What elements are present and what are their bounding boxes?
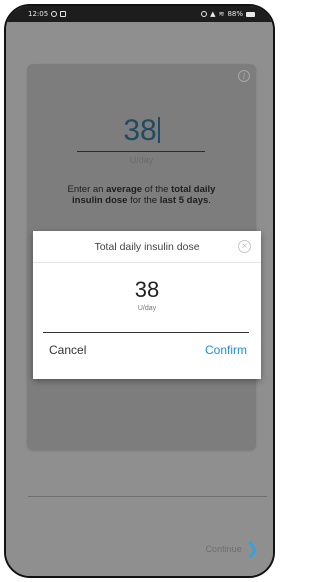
notification-icon <box>51 11 58 17</box>
info-icon[interactable]: i <box>238 70 250 82</box>
dialog-title: Total daily insulin dose <box>94 240 200 253</box>
continue-button[interactable]: Continue ❯ <box>205 539 259 558</box>
continue-label: Continue <box>205 544 242 554</box>
dialog-actions: Cancel Confirm <box>33 343 261 357</box>
footer-divider <box>28 496 267 497</box>
message-icon <box>60 11 67 17</box>
dialog-divider <box>43 332 249 333</box>
battery-text: 88% <box>227 10 243 18</box>
phone-frame: 12:05 ▲ ≋ 88% i 38 U/day Enter an averag… <box>4 4 275 578</box>
signal-icon: ▲ <box>210 10 216 18</box>
dialog-dose-value[interactable]: 38 <box>33 277 261 303</box>
close-icon[interactable]: × <box>238 240 251 253</box>
dose-value-text: 38 <box>123 114 157 147</box>
status-time: 12:05 <box>28 10 49 18</box>
dose-input-underline <box>77 151 205 152</box>
location-icon <box>201 11 208 17</box>
dialog-header: Total daily insulin dose × <box>33 231 261 263</box>
text-cursor <box>157 117 160 143</box>
cancel-button[interactable]: Cancel <box>49 343 86 357</box>
instruction-text: Enter an average of the total daily insu… <box>67 184 216 206</box>
wifi-icon: ≋ <box>218 10 225 18</box>
battery-icon <box>246 11 255 17</box>
dialog-dose-unit: U/day <box>137 305 157 312</box>
confirm-button[interactable]: Confirm <box>205 343 247 357</box>
chevron-right-icon: ❯ <box>245 539 259 558</box>
dose-input[interactable]: 38 <box>27 114 256 148</box>
dose-unit: U/day <box>129 155 154 165</box>
dose-dialog: Total daily insulin dose × 38 U/day Canc… <box>33 231 261 379</box>
status-bar: 12:05 ▲ ≋ 88% <box>6 6 273 22</box>
